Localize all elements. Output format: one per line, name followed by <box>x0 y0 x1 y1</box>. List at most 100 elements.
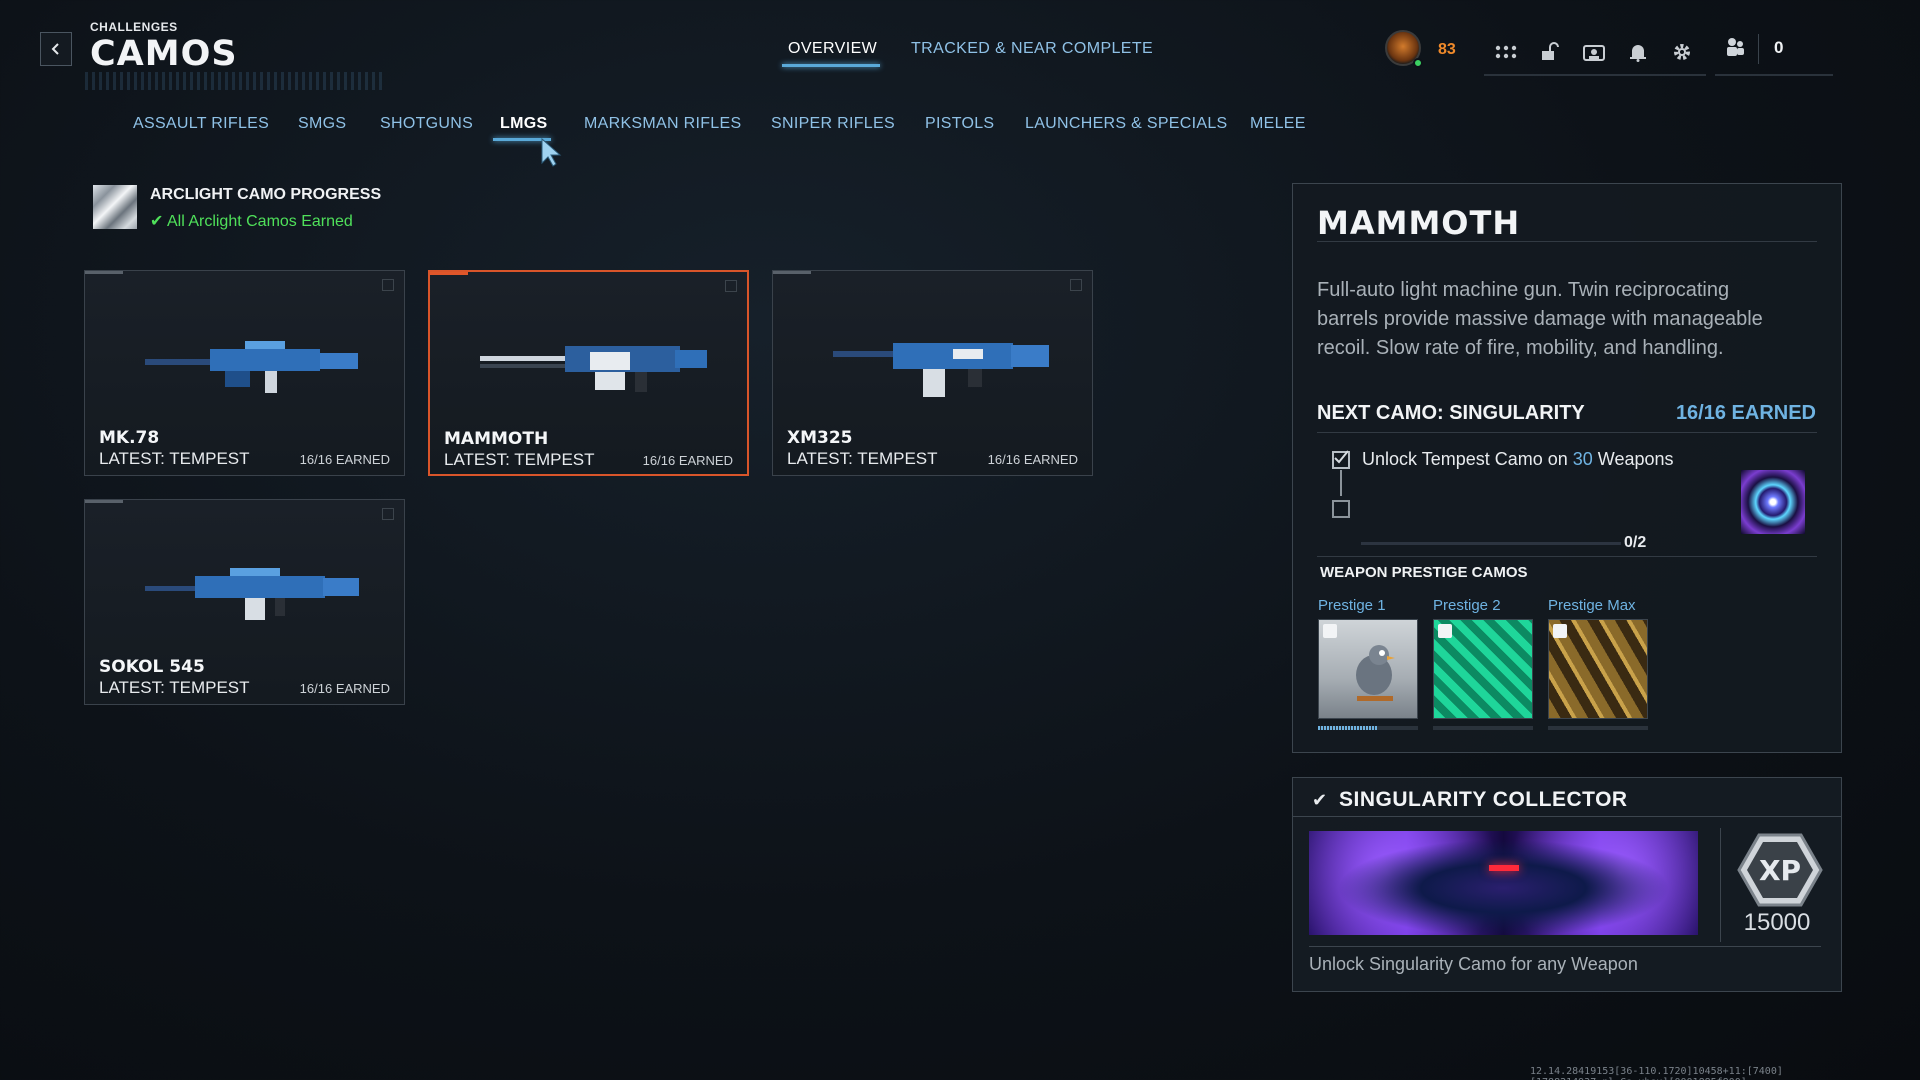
category-tab-assault-rifles[interactable]: ASSAULT RIFLES <box>133 115 269 133</box>
page-title: CAMOS <box>90 34 238 74</box>
prestige-2-camo-tile[interactable] <box>1433 619 1533 719</box>
challenge-progress-text: 0/2 <box>1624 534 1647 551</box>
online-status-dot <box>1413 58 1423 68</box>
lock-icon <box>1438 624 1452 638</box>
prestige-max-label: Prestige Max <box>1548 597 1636 614</box>
arclight-progress-title: ARCLIGHT CAMO PROGRESS <box>150 186 382 203</box>
prestige-2-progress-bar <box>1433 726 1533 730</box>
player-rank-number: 83 <box>1438 41 1456 58</box>
profile-card-icon[interactable] <box>1572 34 1616 70</box>
category-tab-lmgs[interactable]: LMGS <box>500 115 547 133</box>
progress-divider <box>1317 556 1817 557</box>
arclight-status: ✔ All Arclight Camos Earned <box>150 211 353 231</box>
notification-bell-icon[interactable] <box>1616 34 1660 70</box>
header-icon-bar <box>1484 32 1704 72</box>
arclight-camo-thumbnail <box>93 185 137 229</box>
weapon-name: XM325 <box>787 428 853 448</box>
tab-overview-underline <box>782 64 880 67</box>
weapon-earned-count: 16/16 EARNED <box>987 452 1078 467</box>
card-corner-icon <box>725 280 737 292</box>
challenge-progress-bar <box>1361 542 1621 545</box>
singularity-collector-banner <box>1309 831 1698 935</box>
weapon-card-sokol-545[interactable]: SOKOL 545 LATEST: TEMPEST 16/16 EARNED <box>84 499 405 705</box>
challenge-text-post: Weapons <box>1592 449 1674 469</box>
category-tab-melee[interactable]: MELEE <box>1250 115 1306 133</box>
challenge-checkbox-completed <box>1332 450 1350 469</box>
weapon-image-mammoth <box>480 346 707 392</box>
next-camo-divider <box>1317 432 1817 433</box>
weapon-latest-camo: LATEST: TEMPEST <box>787 449 938 468</box>
detail-title-divider <box>1317 241 1817 242</box>
singularity-camo-thumbnail <box>1741 470 1805 534</box>
weapon-latest-camo: LATEST: TEMPEST <box>99 449 250 468</box>
category-tab-sniper-rifles[interactable]: SNIPER RIFLES <box>771 115 895 133</box>
collector-title-divider <box>1292 816 1842 817</box>
friends-divider <box>1758 34 1759 64</box>
card-progress-tab <box>430 272 468 275</box>
prestige-2-label: Prestige 2 <box>1433 597 1501 614</box>
xp-reward-value: 15000 <box>1743 909 1811 936</box>
chevron-left-icon <box>51 43 59 55</box>
detail-weapon-title: MAMMOTH <box>1317 204 1521 242</box>
page-subtitle: CHALLENGES <box>90 20 178 34</box>
apps-grid-icon[interactable] <box>1484 34 1528 70</box>
prestige-camos-title: WEAPON PRESTIGE CAMOS <box>1320 564 1528 581</box>
prestige-1-label: Prestige 1 <box>1318 597 1386 614</box>
title-glitch-decoration <box>85 72 385 90</box>
friends-count: 0 <box>1774 38 1784 57</box>
xp-badge-text: XP <box>1759 854 1801 887</box>
collector-title: SINGULARITY COLLECTOR <box>1339 788 1628 811</box>
challenge-connector-line <box>1340 470 1342 496</box>
next-camo-earned: 16/16 EARNED <box>1675 402 1816 424</box>
card-progress-tab <box>773 271 811 274</box>
challenge-text-pre: Unlock Tempest Camo on <box>1362 449 1573 469</box>
tab-overview[interactable]: OVERVIEW <box>788 40 877 72</box>
weapon-card-mammoth[interactable]: MAMMOTH LATEST: TEMPEST 16/16 EARNED <box>428 270 749 476</box>
xp-badge-icon: XP <box>1737 833 1823 907</box>
weapon-name: MAMMOTH <box>444 429 549 449</box>
card-corner-icon <box>382 279 394 291</box>
weapon-earned-count: 16/16 EARNED <box>299 452 390 467</box>
weapon-earned-count: 16/16 EARNED <box>299 681 390 696</box>
back-button[interactable] <box>40 32 72 66</box>
unlock-icon[interactable] <box>1528 34 1572 70</box>
challenge-checkbox-pending <box>1332 500 1350 518</box>
prestige-1-progress-bar <box>1318 726 1418 730</box>
pigeon-camo-art <box>1356 645 1395 701</box>
challenge-text: Unlock Tempest Camo on 30 Weapons <box>1362 449 1674 470</box>
prestige-max-camo-tile[interactable] <box>1548 619 1648 719</box>
category-tab-pistols[interactable]: PISTOLS <box>925 115 994 133</box>
mouse-cursor-icon <box>540 137 564 172</box>
weapon-earned-count: 16/16 EARNED <box>642 453 733 468</box>
checkmark-icon: ✔ <box>1312 790 1328 810</box>
weapon-card-xm325[interactable]: XM325 LATEST: TEMPEST 16/16 EARNED <box>772 270 1093 476</box>
build-version-code: 12.14.28419153[36-110.1720]10458+11:[740… <box>1530 1066 1783 1080</box>
challenge-target-number: 30 <box>1572 449 1593 469</box>
card-progress-tab <box>85 271 123 274</box>
settings-gear-icon[interactable] <box>1660 34 1704 70</box>
weapon-name: MK.78 <box>99 428 160 448</box>
category-tab-launchers-specials[interactable]: LAUNCHERS & SPECIALS <box>1025 115 1228 133</box>
detail-weapon-description: Full-auto light machine gun. Twin recipr… <box>1317 279 1763 359</box>
tab-tracked-near-complete[interactable]: TRACKED & NEAR COMPLETE <box>911 40 1153 72</box>
category-tab-shotguns[interactable]: SHOTGUNS <box>380 115 473 133</box>
friends-icon[interactable] <box>1724 36 1746 64</box>
category-tab-smgs[interactable]: SMGS <box>298 115 346 133</box>
category-tab-marksman-rifles[interactable]: MARKSMAN RIFLES <box>584 115 741 133</box>
checkmark-icon <box>1334 450 1349 464</box>
weapon-name: SOKOL 545 <box>99 657 205 677</box>
card-corner-icon <box>382 508 394 520</box>
weapon-latest-camo: LATEST: TEMPEST <box>444 450 595 469</box>
prestige-1-camo-tile[interactable] <box>1318 619 1418 719</box>
lock-icon <box>1553 624 1567 638</box>
card-corner-icon <box>1070 279 1082 291</box>
weapon-latest-camo: LATEST: TEMPEST <box>99 678 250 697</box>
weapon-card-mk78[interactable]: MK.78 LATEST: TEMPEST 16/16 EARNED <box>84 270 405 476</box>
collector-description: Unlock Singularity Camo for any Weapon <box>1309 954 1638 974</box>
prestige-max-progress-bar <box>1548 726 1648 730</box>
weapon-image-sokol-545 <box>145 568 359 620</box>
header-icon-underline <box>1484 74 1706 76</box>
next-camo-label: NEXT CAMO: SINGULARITY <box>1317 402 1585 424</box>
friends-underline <box>1715 74 1833 76</box>
checkmark-icon: ✔ <box>150 213 167 230</box>
